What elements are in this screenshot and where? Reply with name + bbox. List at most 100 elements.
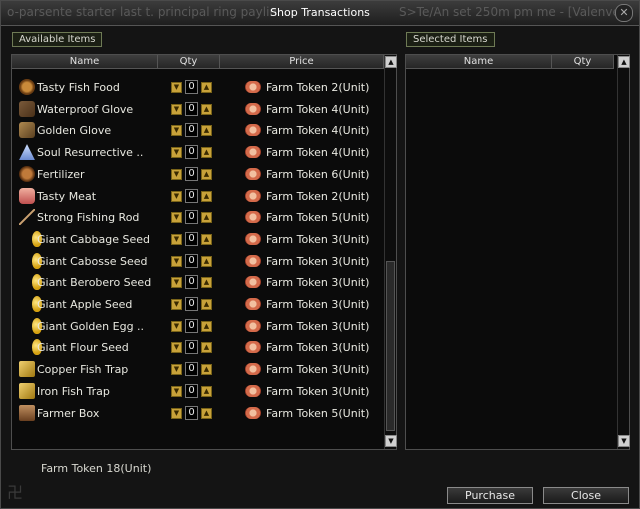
qty-field[interactable]: 0 [185,318,198,333]
qty-increase-icon[interactable]: ▲ [201,364,212,376]
purchase-button[interactable]: Purchase [447,487,533,504]
item-name: Iron Fish Trap [37,384,110,398]
qty-field[interactable]: 0 [185,166,198,181]
list-item[interactable]: Giant Cabbage Seed ▼ 0 ▲ Farm Token 3(Unit) [12,229,382,250]
qty-field[interactable]: 0 [185,362,198,377]
qty-field[interactable]: 0 [185,123,198,138]
list-item[interactable]: Tasty Meat ▼ 0 ▲ Farm Token 2(Unit) [12,186,382,207]
item-name: Golden Glove [37,124,112,138]
item-price: Farm Token 3(Unit) [266,254,370,268]
scroll-up-arrow-icon[interactable]: ▲ [385,56,397,68]
scroll-down-arrow-icon[interactable]: ▼ [385,435,397,447]
column-header-price[interactable]: Price [220,55,384,69]
qty-decrease-icon[interactable]: ▼ [171,277,182,289]
selected-column-header-name[interactable]: Name [406,55,552,69]
item-price: Farm Token 3(Unit) [266,384,370,398]
list-item[interactable]: Giant Golden Egg .. ▼ 0 ▲ Farm Token 3(Unit) [12,316,382,337]
qty-field[interactable]: 0 [185,340,198,355]
selected-scroll-down-arrow-icon[interactable]: ▼ [618,435,630,447]
item-price: Farm Token 3(Unit) [266,319,370,333]
qty-decrease-icon[interactable]: ▼ [171,385,182,397]
selected-column-header-qty[interactable]: Qty [552,55,614,69]
qty-field[interactable]: 0 [185,231,198,246]
qty-decrease-icon[interactable]: ▼ [171,82,182,93]
item-name: Tasty Fish Food [37,81,120,94]
qty-decrease-icon[interactable]: ▼ [171,190,182,202]
qty-field[interactable]: 0 [185,210,198,225]
column-header-qty[interactable]: Qty [158,55,220,69]
item-name: Giant Apple Seed [37,298,133,311]
total-cost: Farm Token 18(Unit) [41,462,152,475]
qty-increase-icon[interactable]: ▲ [201,125,212,137]
selected-items-list[interactable]: Name Qty ▲ ▼ [405,54,630,450]
qty-increase-icon[interactable]: ▲ [201,277,212,289]
qty-field[interactable]: 0 [185,297,198,311]
golden-glove-icon [19,122,35,139]
qty-decrease-icon[interactable]: ▼ [171,168,182,180]
qty-decrease-icon[interactable]: ▼ [171,407,182,419]
qty-increase-icon[interactable]: ▲ [201,255,212,267]
scroll-thumb[interactable] [386,261,395,431]
qty-decrease-icon[interactable]: ▼ [171,320,182,332]
qty-field[interactable]: 0 [185,405,198,420]
item-name: Giant Golden Egg .. [37,319,145,333]
qty-increase-icon[interactable]: ▲ [201,320,212,332]
window-title: Shop Transactions [270,6,370,19]
qty-field[interactable]: 0 [185,188,198,203]
qty-field[interactable]: 0 [185,383,198,398]
qty-field[interactable]: 0 [185,275,198,290]
title-bar[interactable]: o-parsente starter last t. principal rin… [1,1,639,26]
list-item[interactable]: Soul Resurrective .. ▼ 0 ▲ Farm Token 4(Unit… [12,142,382,163]
selected-scroll-up-arrow-icon[interactable]: ▲ [618,56,630,68]
qty-increase-icon[interactable]: ▲ [201,82,212,93]
list-item[interactable]: Strong Fishing Rod ▼ 0 ▲ Farm Token 5(Unit) [12,207,382,228]
farm-token-icon [245,341,261,354]
item-price: Farm Token 4(Unit) [266,146,370,160]
item-name: Farmer Box [37,406,100,420]
list-item[interactable]: Waterproof Glove ▼ 0 ▲ Farm Token 4(Unit) [12,99,382,120]
column-header-name[interactable]: Name [12,55,158,69]
selected-scrollbar[interactable]: ▲ ▼ [617,55,630,449]
close-button[interactable]: Close [543,487,629,504]
list-item[interactable]: Iron Fish Trap ▼ 0 ▲ Farm Token 3(Unit) [12,381,382,402]
qty-increase-icon[interactable]: ▲ [201,168,212,180]
available-items-list[interactable]: Name Qty Price Tasty Fish Food ▼ 0 ▲ Farm To… [11,54,397,450]
qty-field[interactable]: 0 [185,101,198,116]
qty-decrease-icon[interactable]: ▼ [171,342,182,354]
qty-field[interactable]: 0 [185,145,198,160]
list-item[interactable]: Tasty Fish Food ▼ 0 ▲ Farm Token 2(Unit) [12,77,382,98]
qty-decrease-icon[interactable]: ▼ [171,255,182,267]
qty-increase-icon[interactable]: ▲ [201,212,212,224]
available-scrollbar[interactable]: ▲ ▼ [384,55,397,449]
list-item[interactable]: Giant Cabosse Seed ▼ 0 ▲ Farm Token 3(Unit) [12,251,382,272]
list-item[interactable]: Golden Glove ▼ 0 ▲ Farm Token 4(Unit) [12,120,382,141]
list-item[interactable]: Copper Fish Trap ▼ 0 ▲ Farm Token 3(Unit) [12,359,382,380]
list-item[interactable]: Giant Flour Seed ▼ 0 ▲ Farm Token 3(Unit) [12,337,382,358]
qty-decrease-icon[interactable]: ▼ [171,125,182,137]
qty-field[interactable]: 0 [185,253,198,268]
qty-increase-icon[interactable]: ▲ [201,407,212,419]
qty-decrease-icon[interactable]: ▼ [171,103,182,115]
window-close-icon[interactable]: ✕ [615,4,633,22]
qty-increase-icon[interactable]: ▲ [201,233,212,245]
list-item[interactable]: Giant Berobero Seed ▼ 0 ▲ Farm Token 3(Unit) [12,272,382,293]
list-item[interactable]: Farmer Box ▼ 0 ▲ Farm Token 5(Unit) [12,403,382,424]
corner-ornament-icon: 卍 [7,483,24,502]
qty-increase-icon[interactable]: ▲ [201,147,212,159]
item-name: Giant Flour Seed [37,341,129,355]
qty-decrease-icon[interactable]: ▼ [171,147,182,159]
qty-increase-icon[interactable]: ▲ [201,342,212,354]
list-item[interactable]: Giant Apple Seed ▼ 0 ▲ Farm Token 3(Unit) [12,294,382,315]
qty-decrease-icon[interactable]: ▼ [171,212,182,224]
qty-increase-icon[interactable]: ▲ [201,190,212,202]
qty-decrease-icon[interactable]: ▼ [171,233,182,245]
farm-token-icon [245,406,261,419]
farm-token-icon [245,124,261,137]
qty-increase-icon[interactable]: ▲ [201,385,212,397]
qty-increase-icon[interactable]: ▲ [201,103,212,115]
qty-field[interactable]: 0 [185,80,198,94]
list-item[interactable]: Fertilizer ▼ 0 ▲ Farm Token 6(Unit) [12,164,382,185]
qty-decrease-icon[interactable]: ▼ [171,364,182,376]
qty-increase-icon[interactable]: ▲ [201,299,212,310]
qty-decrease-icon[interactable]: ▼ [171,299,182,310]
